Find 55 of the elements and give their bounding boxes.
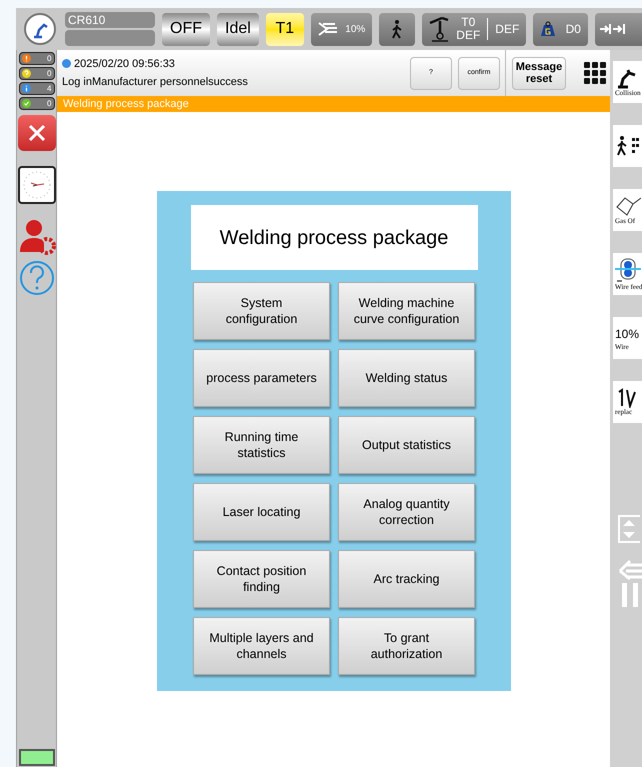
alarm-counter[interactable]: 0: [18, 52, 54, 65]
menu-button[interactable]: Analog quantity correction: [338, 483, 475, 541]
wire-feeder-icon: [615, 256, 641, 282]
tool-number: T0: [461, 16, 476, 29]
menu-button[interactable]: Multiple layers and channels: [193, 617, 330, 675]
step-arrows-icon: [598, 23, 627, 35]
tool-frame-button[interactable]: T0 DEF DEF: [422, 12, 526, 46]
message-text: Log inManufacturer personnelsuccess: [62, 75, 249, 90]
user-settings-icon[interactable]: [18, 218, 56, 256]
close-icon: [26, 123, 46, 143]
clock-button[interactable]: [18, 166, 56, 204]
clock-icon: [22, 170, 52, 200]
alarm-count: 0: [47, 99, 52, 108]
message-timestamp: 2025/02/20 09:56:33: [74, 56, 175, 72]
robot-logo-button[interactable]: [24, 13, 56, 45]
step-button[interactable]: [594, 12, 642, 46]
walk-mode-button[interactable]: [378, 12, 415, 46]
menu-button[interactable]: Running time statistics: [193, 416, 330, 474]
alarm-counter[interactable]: 0: [18, 97, 54, 110]
message-reset-button[interactable]: Message reset: [512, 56, 566, 90]
info-icon: [62, 59, 71, 68]
menu-button[interactable]: Laser locating: [193, 483, 330, 541]
gas-valve-icon: [615, 194, 641, 216]
grid-menu-icon[interactable]: [584, 62, 606, 84]
menu-button[interactable]: To grant authorization: [338, 617, 475, 675]
mode-button[interactable]: OFF: [162, 12, 210, 46]
alarm-count: 0: [47, 54, 52, 63]
weight-icon: [540, 21, 556, 37]
speed-button[interactable]: 10%: [310, 12, 372, 46]
menu-button[interactable]: Welding status: [338, 349, 475, 407]
tool-frame: DEF: [456, 29, 480, 42]
mode-button[interactable]: T1: [266, 12, 304, 46]
robot-model-field: CR610: [65, 12, 155, 28]
user-frame: DEF: [495, 20, 520, 38]
close-button[interactable]: [18, 115, 56, 151]
mode-button[interactable]: Idel: [217, 12, 259, 46]
payload-button[interactable]: D0: [532, 12, 588, 46]
menu-button[interactable]: Welding machine curve configuration: [338, 282, 475, 340]
wire-speed-value: 10%: [615, 326, 640, 342]
alarm-count: 0: [47, 69, 52, 78]
menu-button[interactable]: Arc tracking: [338, 550, 475, 608]
menu-button[interactable]: System configuration: [193, 282, 330, 340]
tool-button[interactable]: [613, 125, 642, 167]
menu-button[interactable]: Contact position finding: [193, 550, 330, 608]
status-indicator: [18, 749, 54, 766]
walking-person-icon: [390, 19, 404, 39]
walking-person-icon: [615, 135, 641, 157]
menu-button[interactable]: process parameters: [193, 349, 330, 407]
page-title-bar: Welding process package: [57, 96, 610, 112]
hand-icon: [317, 20, 340, 38]
alarm-count: 4: [47, 84, 52, 93]
menu-button[interactable]: Output statistics: [338, 416, 475, 474]
alarm-counter[interactable]: 4: [18, 82, 54, 95]
alarm-counter[interactable]: 0: [18, 67, 54, 80]
panel-title: Welding process package: [190, 205, 478, 270]
